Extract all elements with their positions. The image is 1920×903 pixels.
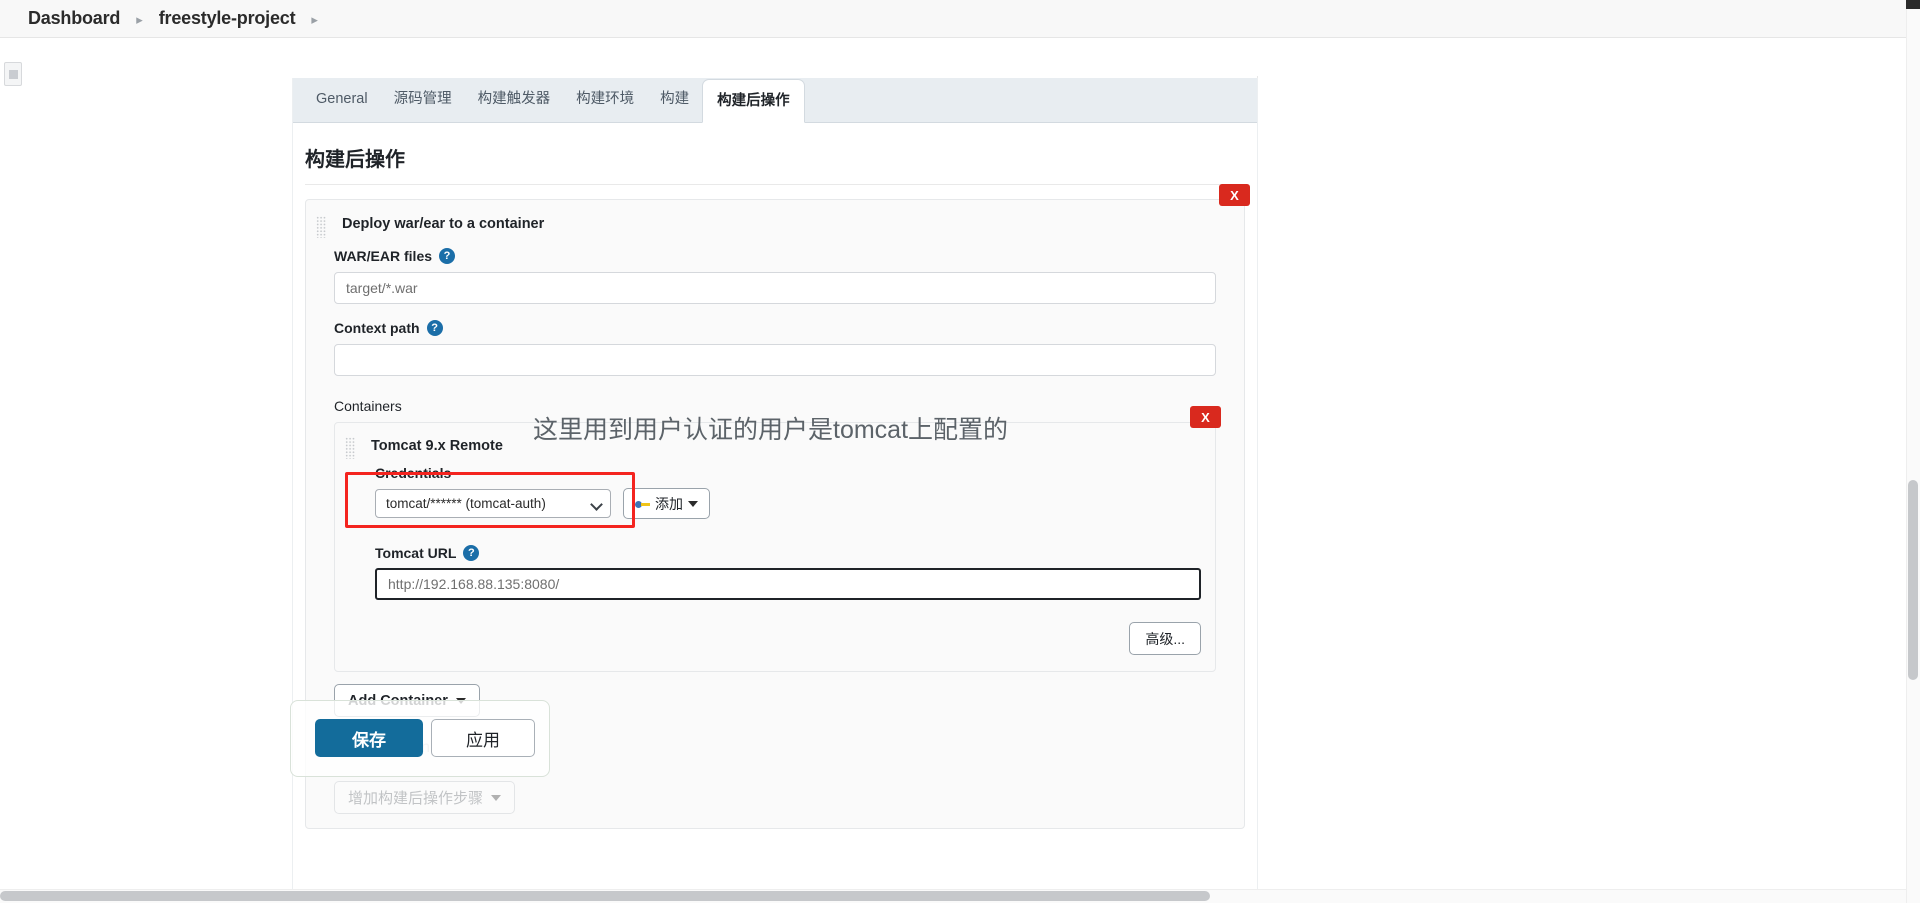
help-icon[interactable]: ?	[426, 320, 443, 336]
chevron-down-icon	[590, 498, 603, 511]
help-icon[interactable]: ?	[439, 248, 456, 264]
drag-handle-icon[interactable]	[345, 437, 355, 459]
breadcrumb-separator-icon-2: ▸	[311, 11, 318, 27]
breadcrumb: Dashboard ▸ freestyle-project ▸	[0, 0, 1920, 38]
horizontal-scrollbar[interactable]	[0, 889, 1906, 903]
vertical-scrollbar[interactable]	[1906, 0, 1920, 903]
page-title: 构建后操作	[305, 149, 405, 171]
credentials-row: tomcat/****** (tomcat-auth) 添加	[375, 488, 1201, 519]
war-ear-files-label: WAR/EAR files ?	[334, 248, 1230, 264]
apply-button[interactable]: 应用	[431, 719, 535, 757]
advanced-row: 高级...	[349, 622, 1201, 655]
tab-build[interactable]: 构建	[647, 77, 702, 122]
scrollbar-top-nub	[1906, 0, 1920, 9]
breadcrumb-separator-icon: ▸	[136, 11, 143, 27]
config-tabbar: General 源码管理 构建触发器 构建环境 构建 构建后操作	[293, 78, 1257, 123]
page-body: General 源码管理 构建触发器 构建环境 构建 构建后操作 构建后操作 X…	[0, 38, 1920, 903]
annotation-text: 这里用到用户认证的用户是tomcat上配置的	[533, 416, 1009, 444]
add-post-build-step-label: 增加构建后操作步骤	[348, 790, 484, 807]
tab-build-environment[interactable]: 构建环境	[563, 77, 647, 122]
breadcrumb-item-project[interactable]: freestyle-project	[159, 8, 296, 29]
container-block-tomcat: X Tomcat 9.x Remote 这里用到用户认证的用户是tomcat上配…	[334, 406, 1221, 672]
chevron-down-icon	[688, 500, 698, 507]
remove-container-button[interactable]: X	[1190, 406, 1221, 428]
help-icon[interactable]: ?	[463, 545, 480, 561]
war-ear-files-label-text: WAR/EAR files	[334, 248, 433, 264]
tab-post-build-actions[interactable]: 构建后操作	[702, 79, 805, 123]
tomcat-url-label-text: Tomcat URL	[375, 545, 457, 561]
publisher-heading: Deploy war/ear to a container	[342, 216, 545, 232]
sidebar-collapse-toggle[interactable]	[4, 62, 22, 86]
context-path-label: Context path ?	[334, 320, 1230, 336]
tab-general[interactable]: General	[303, 77, 381, 122]
container-heading: Tomcat 9.x Remote	[371, 438, 503, 454]
add-credentials-label: 添加	[655, 495, 683, 512]
add-credentials-button[interactable]: 添加	[623, 488, 710, 519]
credentials-label: Credentials	[375, 465, 1201, 481]
tomcat-url-input[interactable]	[375, 568, 1201, 600]
add-post-build-step-button[interactable]: 增加构建后操作步骤	[334, 781, 516, 814]
credentials-select[interactable]: tomcat/****** (tomcat-auth)	[375, 489, 611, 518]
remove-publisher-button[interactable]: X	[1219, 184, 1250, 206]
sticky-action-bar: 保存 应用	[290, 700, 550, 777]
chevron-down-icon	[491, 794, 502, 801]
key-icon	[635, 499, 650, 509]
job-config-card: General 源码管理 构建触发器 构建环境 构建 构建后操作 构建后操作 X…	[292, 78, 1258, 903]
tab-source-code-management[interactable]: 源码管理	[381, 77, 465, 122]
context-path-label-text: Context path	[334, 320, 420, 336]
credentials-select-value: tomcat/****** (tomcat-auth)	[386, 496, 546, 511]
vertical-scrollbar-thumb[interactable]	[1908, 480, 1918, 680]
title-divider	[305, 184, 1245, 185]
tomcat-url-label: Tomcat URL ?	[375, 545, 1201, 561]
save-button[interactable]: 保存	[315, 719, 423, 757]
drag-handle-icon[interactable]	[316, 216, 326, 238]
tab-build-triggers[interactable]: 构建触发器	[465, 77, 564, 122]
horizontal-scrollbar-thumb[interactable]	[0, 891, 1210, 901]
breadcrumb-item-dashboard[interactable]: Dashboard	[28, 8, 120, 29]
context-path-input[interactable]	[334, 344, 1216, 376]
advanced-button[interactable]: 高级...	[1129, 622, 1201, 655]
credentials-label-text: Credentials	[375, 465, 452, 481]
war-ear-files-input[interactable]	[334, 272, 1216, 304]
